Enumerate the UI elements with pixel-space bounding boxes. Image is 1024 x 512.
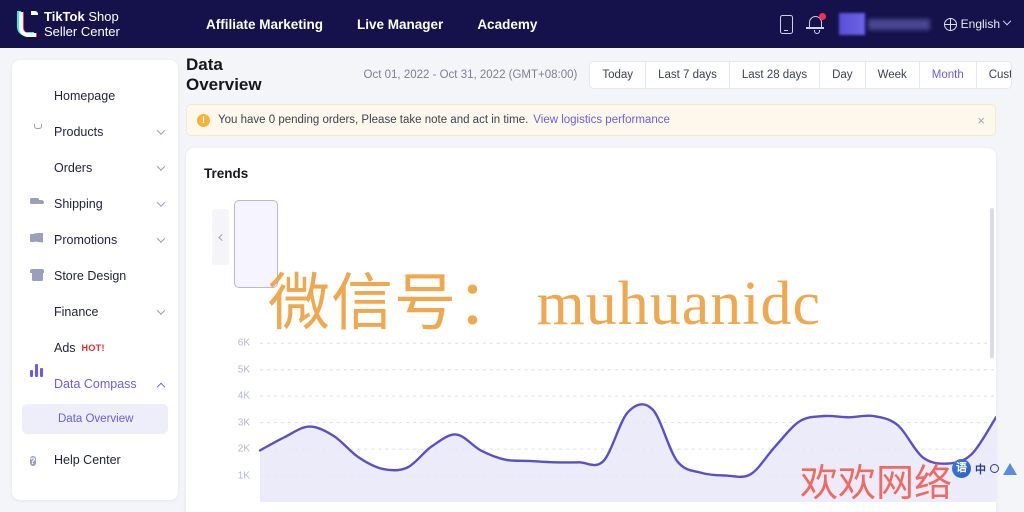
sidebar-item-orders[interactable]: Orders [12, 150, 178, 186]
sidebar-item-help-center[interactable]: ? Help Center [12, 442, 178, 478]
sidebar-item-homepage[interactable]: Homepage [12, 78, 178, 114]
notification-bell-icon[interactable] [806, 13, 826, 34]
sidebar-item-label: Shipping [54, 197, 103, 211]
range-button-custom[interactable]: Custom [977, 62, 1011, 88]
status-badge: HOT! [81, 343, 105, 353]
chart-y-tick: 6K [237, 337, 250, 349]
chart-y-tick: 5K [237, 364, 250, 376]
card-icon [30, 305, 45, 320]
nav-links: Affiliate Marketing Live Manager Academy [206, 17, 537, 32]
truck-icon [30, 197, 45, 212]
chevron-down-icon [156, 162, 166, 171]
sidebar-item-label: Orders [54, 161, 93, 175]
sidebar-item-label: Products [54, 125, 104, 139]
sidebar-item-ads[interactable]: Ads HOT! [12, 330, 178, 366]
ime-triangle-icon [1003, 462, 1017, 475]
scrollbar[interactable] [990, 208, 994, 358]
ime-mode-label: 中 [975, 463, 986, 476]
notification-dot [818, 13, 826, 20]
range-button-week[interactable]: Week [866, 62, 920, 88]
page-header: Data Overview Oct 01, 2022 - Oct 31, 202… [186, 55, 1012, 94]
carousel-prev-button[interactable] [212, 209, 229, 265]
sidebar-item-data-overview[interactable]: Data Overview [22, 404, 168, 434]
brand-text: TikTok Shop Seller Center [44, 10, 120, 38]
chart-y-tick: 4K [237, 390, 250, 402]
chevron-left-icon [218, 233, 226, 241]
range-button-last-7-days[interactable]: Last 7 days [646, 62, 730, 88]
store-icon [30, 269, 45, 284]
sidebar-item-store-design[interactable]: Store Design [12, 258, 178, 294]
language-label: English [960, 17, 1000, 31]
top-navigation-bar: TikTok Shop Seller Center Affiliate Mark… [0, 0, 1024, 48]
sidebar-item-label: Ads [54, 341, 76, 355]
sidebar: Homepage Products Orders Shipping Promot… [12, 60, 178, 500]
megaphone-icon [30, 233, 45, 248]
sidebar-subitem-label: Data Overview [58, 413, 134, 425]
chevron-down-icon [156, 126, 166, 135]
sidebar-item-shipping[interactable]: Shipping [12, 186, 178, 222]
nav-link-academy[interactable]: Academy [477, 17, 537, 32]
chart-y-tick: 1K [237, 470, 250, 482]
brand-shop: Shop [84, 9, 119, 24]
nav-link-live-manager[interactable]: Live Manager [357, 17, 443, 32]
chevron-down-icon [156, 198, 166, 207]
ime-badge-icon: 语 [952, 459, 971, 478]
range-button-last-28-days[interactable]: Last 28 days [730, 62, 821, 88]
chevron-down-icon [1002, 16, 1012, 26]
pending-orders-alert: ! You have 0 pending orders, Please take… [186, 104, 996, 136]
sidebar-item-label: Help Center [54, 453, 121, 467]
tiktok-note-icon [16, 11, 38, 37]
sidebar-item-label: Promotions [54, 233, 118, 247]
home-icon [30, 89, 45, 104]
chart-y-tick: 3K [237, 417, 250, 429]
alert-message: You have 0 pending orders, Please take n… [218, 114, 529, 126]
avatar[interactable] [838, 13, 930, 35]
box-icon [30, 125, 45, 140]
sidebar-item-data-compass[interactable]: Data Compass [12, 363, 178, 402]
chart-y-tick: 2K [237, 443, 250, 455]
chevron-down-icon [156, 234, 166, 243]
date-range-segmented-control: Today Last 7 days Last 28 days Day Week … [589, 61, 1012, 89]
watermark-wechat: 微信号： muhuanidc [268, 270, 821, 338]
sidebar-item-products[interactable]: Products [12, 114, 178, 150]
date-range-label: Oct 01, 2022 - Oct 31, 2022 (GMT+08:00) [363, 69, 578, 81]
sidebar-item-label: Store Design [54, 269, 127, 283]
help-icon: ? [30, 455, 36, 466]
close-icon[interactable]: × [977, 114, 985, 127]
ime-indicator: 语 中 [952, 459, 1017, 478]
brand-tiktok: TikTok [44, 9, 85, 24]
nav-link-affiliate-marketing[interactable]: Affiliate Marketing [206, 17, 323, 32]
nav-right-cluster: English [779, 13, 1012, 35]
mobile-phone-icon[interactable] [779, 14, 793, 34]
range-button-today[interactable]: Today [590, 62, 647, 88]
sidebar-item-label: Data Compass [54, 377, 137, 391]
document-icon [30, 161, 45, 176]
brand-seller-center: Seller Center [44, 24, 120, 39]
range-button-day[interactable]: Day [820, 62, 866, 88]
chart-y-axis: 6K 5K 4K 3K 2K 1K [226, 330, 250, 500]
page-title: Data Overview [186, 55, 262, 94]
language-selector[interactable]: English [943, 16, 1012, 31]
watermark-site: 欢欢网络 [800, 463, 953, 505]
sidebar-item-label: Finance [54, 305, 99, 319]
globe-icon [943, 17, 957, 31]
app-root: TikTok Shop Seller Center Affiliate Mark… [0, 0, 1024, 512]
warning-icon: ! [197, 113, 210, 127]
sidebar-item-finance[interactable]: Finance [12, 294, 178, 330]
sidebar-item-promotions[interactable]: Promotions [12, 222, 178, 258]
ads-icon [30, 341, 45, 356]
view-logistics-performance-link[interactable]: View logistics performance [533, 114, 670, 126]
card-title: Trends [204, 166, 249, 181]
chevron-up-icon [156, 382, 166, 392]
range-button-month[interactable]: Month [920, 62, 977, 88]
chevron-down-icon [156, 306, 166, 315]
bar-chart-icon [30, 363, 45, 392]
sidebar-item-label: Homepage [54, 89, 116, 103]
ime-dot-icon [990, 464, 999, 473]
brand-logo[interactable]: TikTok Shop Seller Center [16, 10, 186, 38]
